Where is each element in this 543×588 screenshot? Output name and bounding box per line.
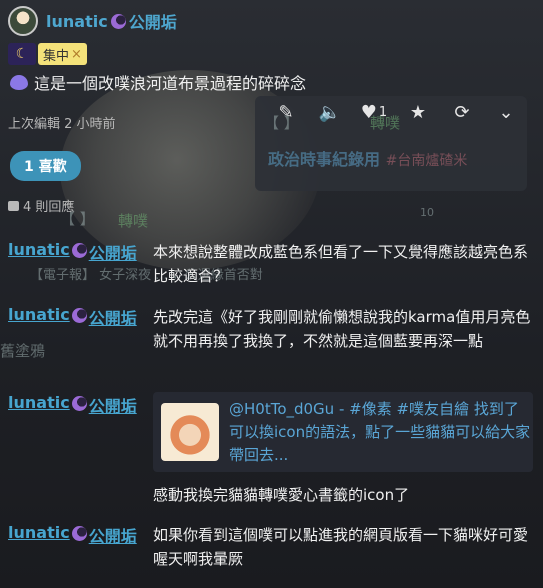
card-text: @H0tTo_d0Gu - #像素 #噗友自繪 找到了可以換icon的語法，點了… <box>229 399 531 464</box>
moon-icon <box>71 526 87 541</box>
likes-badge[interactable]: 1 喜歡 <box>10 151 81 181</box>
heart-icon: ♥ <box>360 101 377 123</box>
chevron-down-icon: ⌄ <box>498 101 514 123</box>
response-text: 如果你看到這個噗可以點進我的網頁版看一下貓咪好可愛喔天啊我暈厥 <box>153 526 529 568</box>
speech-bubble-icon <box>10 74 28 90</box>
response-item: lunatic 公開垢 本來想說整體改成藍色系但看了一下又覺得應該越亮色系比較適合… <box>8 240 538 288</box>
moon-icon <box>110 13 126 29</box>
response-text: 本來想說整體改成藍色系但看了一下又覺得應該越亮色系比較適合？ <box>153 243 529 285</box>
crescent-moon-icon: ☾ <box>8 43 36 65</box>
poster-name[interactable]: lunatic 公開垢 <box>46 9 177 33</box>
focus-tag[interactable]: 集中 × <box>38 43 87 65</box>
response-author[interactable]: lunatic 公開垢 <box>8 240 153 288</box>
avatar[interactable] <box>8 6 38 36</box>
replurk-icon: ⟳ <box>454 101 470 123</box>
mute-button[interactable]: 🔈 <box>308 97 352 127</box>
comment-icon <box>8 200 19 211</box>
response-text: 先改完這《好了我剛剛就偷懶想說我的karma值用月亮色就不用再換了我換了，不然就… <box>153 308 531 350</box>
response-author[interactable]: lunatic 公開垢 <box>8 393 153 417</box>
responses-count: 4 則回應 <box>8 196 74 215</box>
response-item: lunatic 公開垢 如果你看到這個噗可以點進我的網頁版看一下貓咪好可愛喔天啊我… <box>8 523 538 571</box>
like-button[interactable]: ♥ 1 <box>352 97 396 127</box>
plurk-header: lunatic 公開垢 <box>8 6 177 36</box>
bg-plurk-title: 政治時事紀錄用 #台南爐碴米 <box>268 150 468 169</box>
edit-button[interactable]: ✎ <box>264 97 308 127</box>
response-text: 感動我換完貓貓轉噗愛心書籤的icon了 <box>153 486 410 504</box>
moon-icon <box>71 243 87 258</box>
bg-replurk-label-2: 轉噗 <box>118 212 149 230</box>
plurk-content: 這是一個改噗浪河道布景過程的碎碎念 <box>10 70 306 94</box>
bg-number: 10 <box>420 206 434 219</box>
bookmark-button[interactable]: ★ <box>396 97 440 127</box>
card-thumbnail <box>161 403 219 461</box>
response-author[interactable]: lunatic 公開垢 <box>8 305 153 353</box>
moon-icon <box>71 308 87 323</box>
more-button[interactable]: ⌄ <box>484 97 528 127</box>
speaker-icon: 🔈 <box>318 101 342 123</box>
replurk-button[interactable]: ⟳ <box>440 97 484 127</box>
plurk-tags: ☾ 集中 × <box>8 43 87 65</box>
moon-icon <box>71 396 87 411</box>
response-author[interactable]: lunatic 公開垢 <box>8 523 153 571</box>
plurk-actions: ✎ 🔈 ♥ 1 ★ ⟳ ⌄ <box>264 97 528 127</box>
close-icon[interactable]: × <box>71 47 82 62</box>
star-icon: ★ <box>409 101 427 123</box>
like-count: 1 <box>378 104 388 120</box>
edited-timestamp: 上次編輯 2 小時前 <box>8 117 116 132</box>
linked-plurk-card[interactable]: @H0tTo_d0Gu - #像素 #噗友自繪 找到了可以換icon的語法，點了… <box>153 392 533 472</box>
edit-icon: ✎ <box>278 101 294 123</box>
response-item: lunatic 公開垢 先改完這《好了我剛剛就偷懶想說我的karma值用月亮色就不… <box>8 305 538 353</box>
